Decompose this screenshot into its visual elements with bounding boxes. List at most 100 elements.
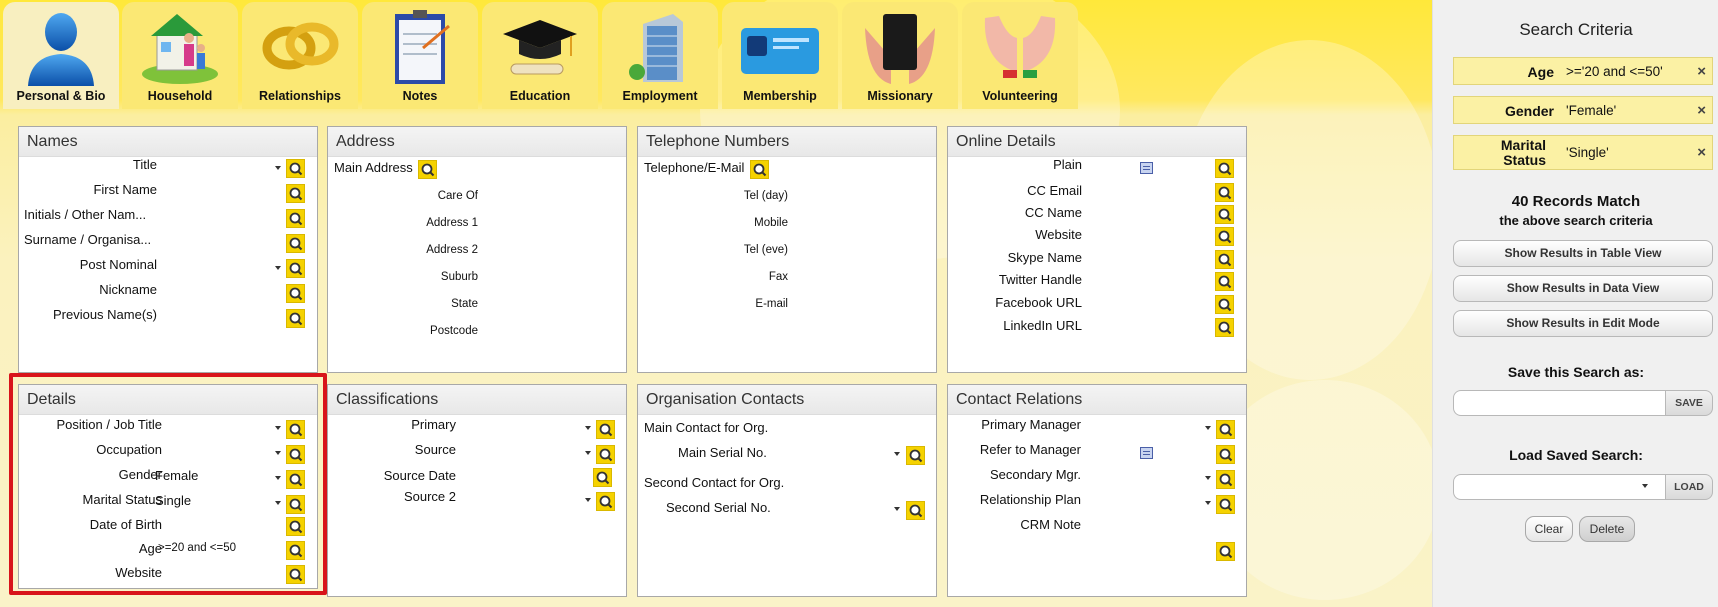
save-search-input[interactable] [1453, 390, 1666, 416]
source-label: Source [414, 442, 456, 457]
search-icon[interactable] [286, 184, 305, 203]
show-table-view-button[interactable]: Show Results in Table View [1453, 240, 1713, 267]
show-data-view-button[interactable]: Show Results in Data View [1453, 275, 1713, 302]
tel-eve-label: Tel (eve) [743, 244, 788, 256]
search-icon[interactable] [1215, 295, 1234, 314]
tab-volunteering[interactable]: Volunteering [962, 2, 1078, 109]
tab-membership[interactable]: Membership [722, 2, 838, 109]
relationship-plan-dropdown-icon[interactable] [1205, 501, 1211, 505]
gender-dropdown-icon[interactable] [275, 476, 281, 480]
remove-criteria-icon[interactable]: × [1697, 102, 1706, 119]
load-button[interactable]: LOAD [1666, 474, 1713, 500]
save-button[interactable]: SAVE [1666, 390, 1713, 416]
search-icon[interactable] [596, 420, 615, 439]
search-icon[interactable] [286, 259, 305, 278]
search-icon[interactable] [1215, 159, 1234, 178]
search-icon[interactable] [750, 160, 769, 179]
remove-criteria-icon[interactable]: × [1697, 144, 1706, 161]
marital-status-dropdown-icon[interactable] [275, 501, 281, 505]
search-icon[interactable] [286, 309, 305, 328]
search-icon[interactable] [1215, 183, 1234, 202]
tab-personal-bio[interactable]: Personal & Bio [3, 2, 119, 109]
calendar-icon[interactable] [1140, 447, 1153, 459]
relationship-plan-label: Relationship Plan [979, 492, 1081, 507]
search-icon[interactable] [906, 501, 925, 520]
marital-status-value[interactable]: Single [155, 493, 191, 508]
secondary-mgr-dropdown-icon[interactable] [1205, 476, 1211, 480]
second-serial-dropdown-icon[interactable] [894, 507, 900, 511]
search-icon[interactable] [1216, 470, 1235, 489]
title-dropdown-icon[interactable] [275, 166, 281, 170]
search-icon[interactable] [593, 468, 612, 487]
organisation-contacts-panel: Organisation Contacts Main Contact for O… [637, 384, 937, 597]
match-count: 40 Records Match [1511, 193, 1641, 210]
contact-relations-panel: Contact Relations Primary Manager Refer … [947, 384, 1247, 597]
source-dropdown-icon[interactable] [585, 451, 591, 455]
search-icon[interactable] [286, 470, 305, 489]
search-icon[interactable] [1216, 495, 1235, 514]
search-icon[interactable] [286, 445, 305, 464]
source2-dropdown-icon[interactable] [585, 498, 591, 502]
search-icon[interactable] [286, 159, 305, 178]
search-icon[interactable] [286, 565, 305, 584]
search-icon[interactable] [1215, 272, 1234, 291]
search-icon[interactable] [596, 445, 615, 464]
sidebar-title: Search Criteria [1519, 20, 1633, 39]
clear-button[interactable]: Clear [1525, 516, 1573, 542]
chevron-down-icon[interactable] [1642, 484, 1648, 488]
panel-title: Names [19, 127, 317, 157]
occupation-dropdown-icon[interactable] [275, 451, 281, 455]
tab-relationships[interactable]: Relationships [242, 2, 358, 109]
post-nominal-dropdown-icon[interactable] [275, 266, 281, 270]
criteria-value: 'Single' [1566, 145, 1609, 160]
search-icon[interactable] [1215, 205, 1234, 224]
calendar-icon[interactable] [1140, 162, 1153, 174]
primary-manager-dropdown-icon[interactable] [1205, 426, 1211, 430]
criteria-label: Age [1527, 64, 1554, 80]
search-icon[interactable] [286, 209, 305, 228]
search-icon[interactable] [1216, 445, 1235, 464]
search-icon[interactable] [418, 160, 437, 179]
panel-title: Online Details [948, 127, 1246, 157]
search-icon[interactable] [1215, 318, 1234, 337]
age-value[interactable]: >=20 and <=50 [158, 542, 236, 554]
source-date-label: Source Date [383, 468, 456, 483]
load-search-select[interactable] [1453, 474, 1666, 500]
search-icon[interactable] [286, 517, 305, 536]
search-icon[interactable] [1215, 250, 1234, 269]
care-of-label: Care Of [437, 190, 478, 202]
email-label: E-mail [755, 298, 788, 310]
title-label: Title [132, 157, 157, 172]
search-icon[interactable] [286, 495, 305, 514]
tab-label: Missionary [867, 89, 933, 103]
tab-missionary[interactable]: Missionary [842, 2, 958, 109]
search-icon[interactable] [286, 420, 305, 439]
panel-title: Address [328, 127, 626, 157]
remove-criteria-icon[interactable]: × [1697, 63, 1706, 80]
search-icon[interactable] [286, 284, 305, 303]
search-icon[interactable] [1216, 542, 1235, 561]
main-serial-dropdown-icon[interactable] [894, 452, 900, 456]
search-icon[interactable] [596, 492, 615, 511]
primary-dropdown-icon[interactable] [585, 426, 591, 430]
search-icon[interactable] [286, 234, 305, 253]
tab-education[interactable]: Education [482, 2, 598, 109]
tab-notes[interactable]: Notes [362, 2, 478, 109]
position-dropdown-icon[interactable] [275, 426, 281, 430]
tab-employment[interactable]: Employment [602, 2, 718, 109]
search-icon[interactable] [906, 446, 925, 465]
search-icon[interactable] [286, 541, 305, 560]
search-icon[interactable] [1215, 227, 1234, 246]
show-edit-mode-button[interactable]: Show Results in Edit Mode [1453, 310, 1713, 337]
main-contact-label: Main Contact for Org. [644, 420, 769, 435]
telephone-email-label: Telephone/E-Mail [644, 160, 745, 175]
delete-button[interactable]: Delete [1579, 516, 1635, 542]
tab-household[interactable]: Household [122, 2, 238, 109]
nickname-label: Nickname [99, 282, 157, 297]
first-name-label: First Name [93, 182, 157, 197]
tab-label: Employment [622, 89, 698, 103]
search-icon[interactable] [1216, 420, 1235, 439]
household-icon [137, 8, 223, 86]
gender-value[interactable]: Female [155, 468, 198, 483]
load-search-label: Load Saved Search: [1509, 447, 1643, 463]
